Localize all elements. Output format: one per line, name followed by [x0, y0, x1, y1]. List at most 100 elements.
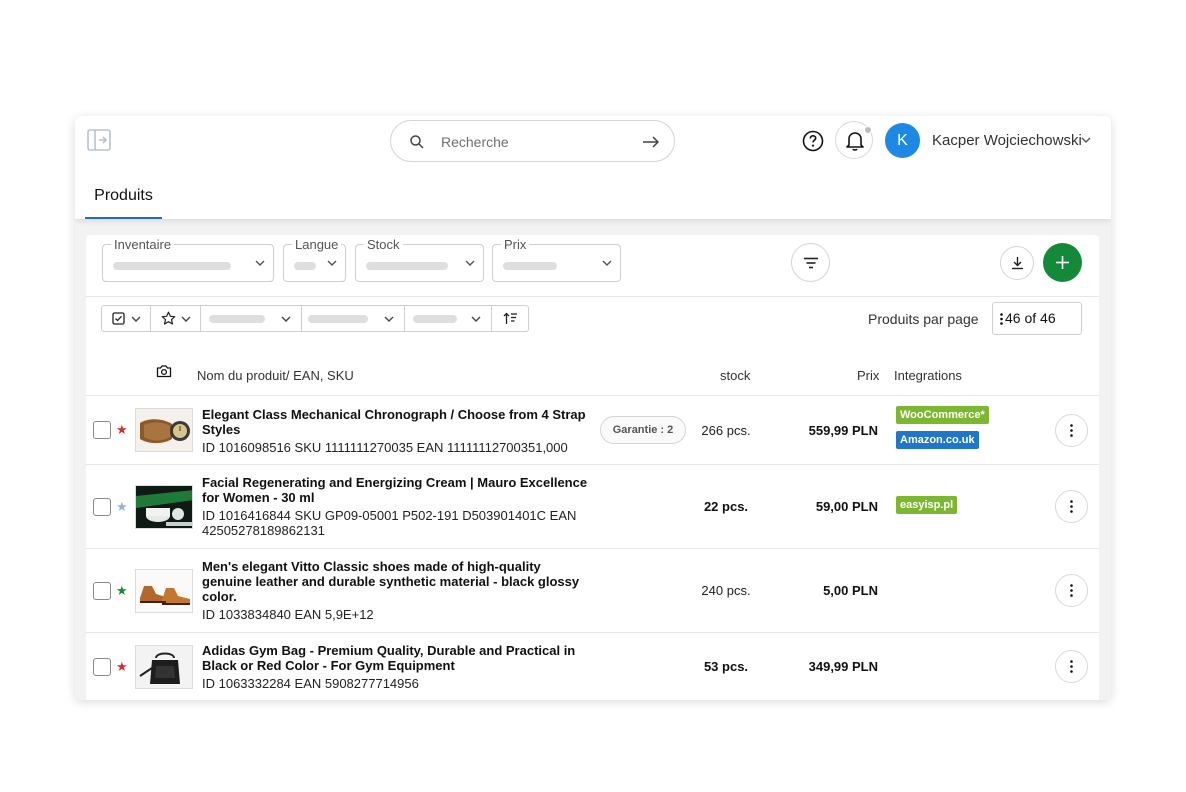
sort-button[interactable]	[492, 306, 529, 331]
download-icon	[1012, 257, 1023, 270]
tab-produits[interactable]: Produits	[85, 178, 162, 219]
user-name[interactable]: Kacper Wojciechowski	[932, 132, 1082, 149]
filter-label: Prix	[501, 237, 530, 252]
product-ids: ID 1016416844 SKU GP09-05001 P502-191 D5…	[202, 508, 577, 538]
search-input[interactable]	[441, 131, 631, 153]
product-thumbnail[interactable]	[135, 569, 193, 613]
filter-inventaire[interactable]: Inventaire	[102, 237, 274, 282]
placeholder-bar	[366, 262, 448, 270]
checkbox-checked-icon	[112, 312, 125, 325]
row-menu-button[interactable]	[1055, 574, 1088, 607]
column-header-name[interactable]: Nom du produit/ EAN, SKU	[197, 368, 354, 383]
chevron-down-icon	[181, 316, 191, 322]
star-icon[interactable]: ★	[116, 499, 128, 515]
column-header-integrations: Integrations	[894, 368, 962, 383]
table-row[interactable]: ★ Elegant Class Mechanical Chronograph /…	[86, 396, 1099, 465]
product-thumbnail[interactable]	[135, 645, 193, 689]
products-panel: Inventaire Langue Stock Prix Produits pa…	[86, 235, 1099, 700]
row-checkbox[interactable]	[93, 582, 111, 600]
filter-stock[interactable]: Stock	[355, 237, 484, 282]
product-name[interactable]: Facial Regenerating and Energizing Cream…	[202, 475, 592, 505]
notifications-button[interactable]	[835, 121, 873, 159]
sidebar-toggle-icon[interactable]	[87, 129, 111, 151]
product-thumbnail[interactable]	[135, 408, 193, 452]
help-icon[interactable]	[802, 130, 824, 152]
placeholder-bar	[503, 262, 557, 270]
select-all-dropdown[interactable]	[102, 306, 151, 331]
bulk-action-dropdown[interactable]	[201, 306, 302, 331]
notification-dot	[864, 126, 872, 134]
shoes-image	[136, 570, 192, 612]
bulk-action-dropdown[interactable]	[302, 306, 405, 331]
table-row[interactable]: ★ Men's elegant Vitto Classic shoes made…	[86, 549, 1099, 633]
row-menu-button[interactable]	[1055, 490, 1088, 523]
add-product-button[interactable]	[1043, 243, 1082, 282]
product-ids: ID 1033834840 EAN 5,9E+12	[202, 607, 374, 622]
product-name[interactable]: Adidas Gym Bag - Premium Quality, Durabl…	[202, 643, 592, 673]
table-row[interactable]: ★ Facial Regenerating and Energizing Cre…	[86, 465, 1099, 549]
arrow-right-icon[interactable]	[642, 134, 660, 150]
row-checkbox[interactable]	[93, 498, 111, 516]
download-button[interactable]	[1000, 246, 1034, 280]
top-bar: K Kacper Wojciechowski Produits	[75, 116, 1111, 219]
column-header-stock[interactable]: stock	[720, 368, 750, 383]
plus-icon	[1056, 256, 1069, 269]
integration-badge[interactable]: Amazon.co.uk	[896, 431, 979, 449]
bag-image	[136, 646, 192, 688]
watch-image	[136, 409, 192, 451]
kebab-icon	[1070, 584, 1073, 597]
column-header-price[interactable]: Prix	[857, 368, 879, 383]
star-dropdown[interactable]	[151, 306, 201, 331]
filter-label: Langue	[292, 237, 342, 252]
bulk-toolbar	[101, 305, 529, 332]
star-icon[interactable]: ★	[116, 583, 128, 599]
chevron-down-icon[interactable]	[1081, 136, 1091, 144]
sort-icon	[503, 312, 517, 324]
filter-langue[interactable]: Langue	[283, 237, 346, 282]
filter-label: Stock	[364, 237, 403, 252]
cream-image	[136, 486, 192, 528]
product-name[interactable]: Elegant Class Mechanical Chronograph / C…	[202, 407, 592, 437]
kebab-icon	[1000, 313, 1003, 325]
placeholder-bar	[113, 262, 231, 270]
bulk-action-dropdown[interactable]	[405, 306, 492, 331]
product-name[interactable]: Men's elegant Vitto Classic shoes made o…	[202, 559, 592, 604]
per-page-label: Produits par page	[868, 311, 979, 327]
stock-value: 266 pcs.	[701, 423, 751, 438]
row-checkbox[interactable]	[93, 658, 111, 676]
star-icon	[161, 311, 176, 325]
chevron-down-icon	[281, 316, 291, 322]
table-header: Nom du produit/ EAN, SKU stock Prix Inte…	[86, 360, 1099, 396]
per-page-value: 46 of 46	[1005, 310, 1056, 326]
product-ids: ID 1063332284 EAN 5908277714956	[202, 676, 419, 691]
app-window: K Kacper Wojciechowski Produits Inventai…	[75, 116, 1111, 700]
product-thumbnail[interactable]	[135, 485, 193, 529]
star-icon[interactable]: ★	[116, 659, 128, 675]
filter-label: Inventaire	[111, 237, 175, 252]
chevron-down-icon	[471, 316, 481, 322]
row-checkbox[interactable]	[93, 421, 111, 439]
filter-prix[interactable]: Prix	[492, 237, 621, 282]
avatar[interactable]: K	[885, 123, 920, 158]
stock-value: 240 pcs.	[701, 583, 751, 598]
stock-value: 53 pcs.	[703, 659, 749, 674]
chevron-down-icon	[384, 316, 394, 322]
row-menu-button[interactable]	[1055, 650, 1088, 683]
chevron-down-icon	[465, 260, 475, 266]
garantie-badge[interactable]: Garantie : 2	[600, 416, 686, 444]
star-icon[interactable]: ★	[116, 422, 128, 438]
search-bar[interactable]	[390, 120, 675, 162]
integration-badge[interactable]: easyisp.pl	[896, 496, 958, 514]
row-menu-button[interactable]	[1055, 414, 1088, 447]
chevron-down-icon	[255, 260, 265, 266]
placeholder-bar	[294, 262, 316, 270]
product-ids: ID 1016098516 SKU 1111111270035 EAN 1111…	[202, 440, 568, 455]
filter-button[interactable]	[791, 243, 830, 282]
chevron-down-icon	[131, 316, 141, 322]
integration-badge[interactable]: WooCommerce*	[896, 406, 989, 424]
placeholder-bar	[209, 315, 265, 323]
table-row[interactable]: ★ Adidas Gym Bag - Premium Quality, Dura…	[86, 633, 1099, 700]
price-value: 59,00 PLN	[815, 499, 878, 514]
per-page-select[interactable]: 46 of 46	[992, 302, 1082, 335]
chevron-down-icon	[602, 260, 612, 266]
